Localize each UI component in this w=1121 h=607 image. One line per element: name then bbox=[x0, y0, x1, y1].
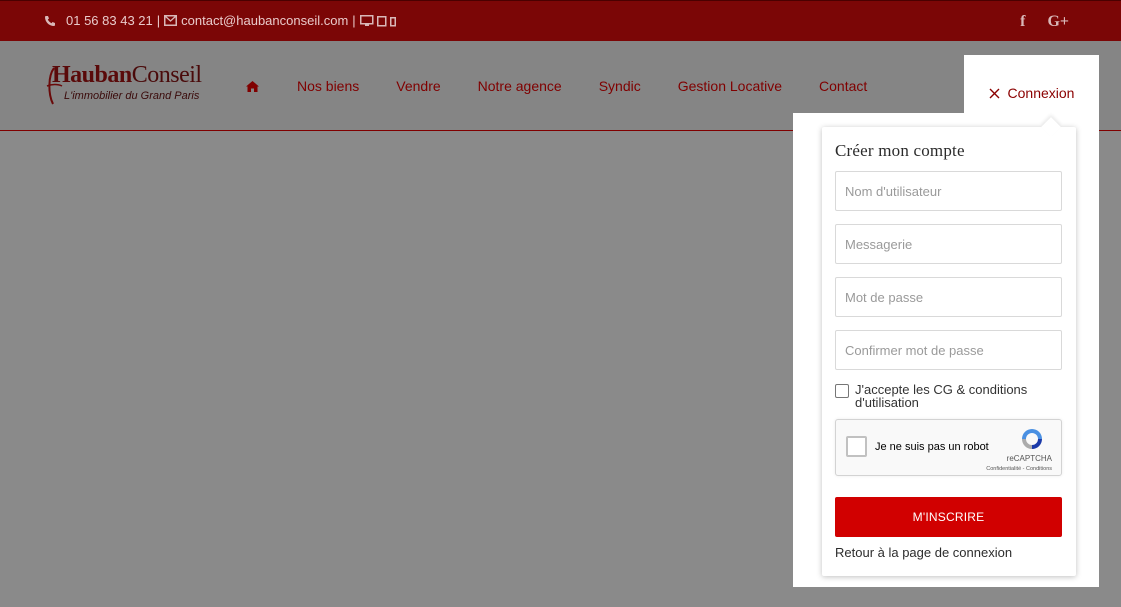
contact-info: 01 56 83 43 21 | contact@haubanconseil.c… bbox=[44, 13, 396, 28]
separator: | bbox=[352, 13, 356, 28]
facebook-icon[interactable]: f bbox=[1020, 13, 1025, 31]
terms-label[interactable]: J'accepte les CG & conditions d'utilisat… bbox=[855, 383, 1055, 409]
password-input[interactable] bbox=[845, 289, 1052, 305]
nav-item-nos-biens[interactable]: Nos biens bbox=[297, 78, 359, 94]
recaptcha-checkbox[interactable] bbox=[846, 436, 867, 457]
password-field[interactable] bbox=[835, 277, 1062, 317]
google-plus-icon[interactable]: G+ bbox=[1047, 13, 1069, 31]
register-panel: Créer mon compte J'accepte les CG & cond… bbox=[822, 117, 1076, 576]
envelope-icon bbox=[164, 15, 178, 26]
recaptcha-brand: reCAPTCHA bbox=[1006, 454, 1052, 463]
nav-item-vendre[interactable]: Vendre bbox=[396, 78, 440, 94]
register-submit-button[interactable]: M'INSCRIRE bbox=[835, 497, 1062, 537]
username-field[interactable] bbox=[835, 171, 1062, 211]
social-links: f G+ bbox=[1020, 13, 1069, 31]
phone-icon bbox=[45, 15, 55, 26]
logo-tagline: L'immobilier du Grand Paris bbox=[64, 90, 200, 102]
recaptcha-label: Je ne suis pas un robot bbox=[875, 441, 989, 453]
username-input[interactable] bbox=[845, 183, 1052, 199]
confirm-password-input[interactable] bbox=[845, 342, 1052, 358]
recaptcha-links[interactable]: Confidentialité - Conditions bbox=[986, 466, 1052, 472]
terms-checkbox[interactable] bbox=[835, 384, 849, 398]
email-input[interactable] bbox=[845, 236, 1052, 252]
connexion-label: Connexion bbox=[1007, 85, 1075, 101]
recaptcha-widget: Je ne suis pas un robot reCAPTCHA Confid… bbox=[835, 419, 1062, 476]
email-field[interactable] bbox=[835, 224, 1062, 264]
back-to-login-link[interactable]: Retour à la page de connexion bbox=[835, 545, 1012, 560]
top-bar: 01 56 83 43 21 | contact@haubanconseil.c… bbox=[0, 0, 1121, 41]
site-logo[interactable]: HaubanConseil L'immobilier du Grand Pari… bbox=[44, 62, 214, 106]
nav-item-contact[interactable]: Contact bbox=[819, 78, 867, 94]
nav-item-syndic[interactable]: Syndic bbox=[599, 78, 641, 94]
recaptcha-logo-icon bbox=[1022, 429, 1042, 449]
nav-item-notre-agence[interactable]: Notre agence bbox=[478, 78, 562, 94]
register-title: Créer mon compte bbox=[835, 141, 965, 160]
nav-item-gestion-locative[interactable]: Gestion Locative bbox=[678, 78, 782, 94]
terms-row: J'accepte les CG & conditions d'utilisat… bbox=[835, 383, 1055, 409]
email-link[interactable]: contact@haubanconseil.com bbox=[181, 13, 348, 28]
phone-number[interactable]: 01 56 83 43 21 bbox=[66, 13, 153, 28]
logo-title: HaubanConseil bbox=[52, 62, 202, 88]
confirm-password-field[interactable] bbox=[835, 330, 1062, 370]
close-icon[interactable] bbox=[989, 88, 1000, 99]
separator: | bbox=[156, 13, 161, 28]
responsive-devices-icon bbox=[359, 14, 396, 26]
home-icon[interactable] bbox=[246, 80, 259, 92]
